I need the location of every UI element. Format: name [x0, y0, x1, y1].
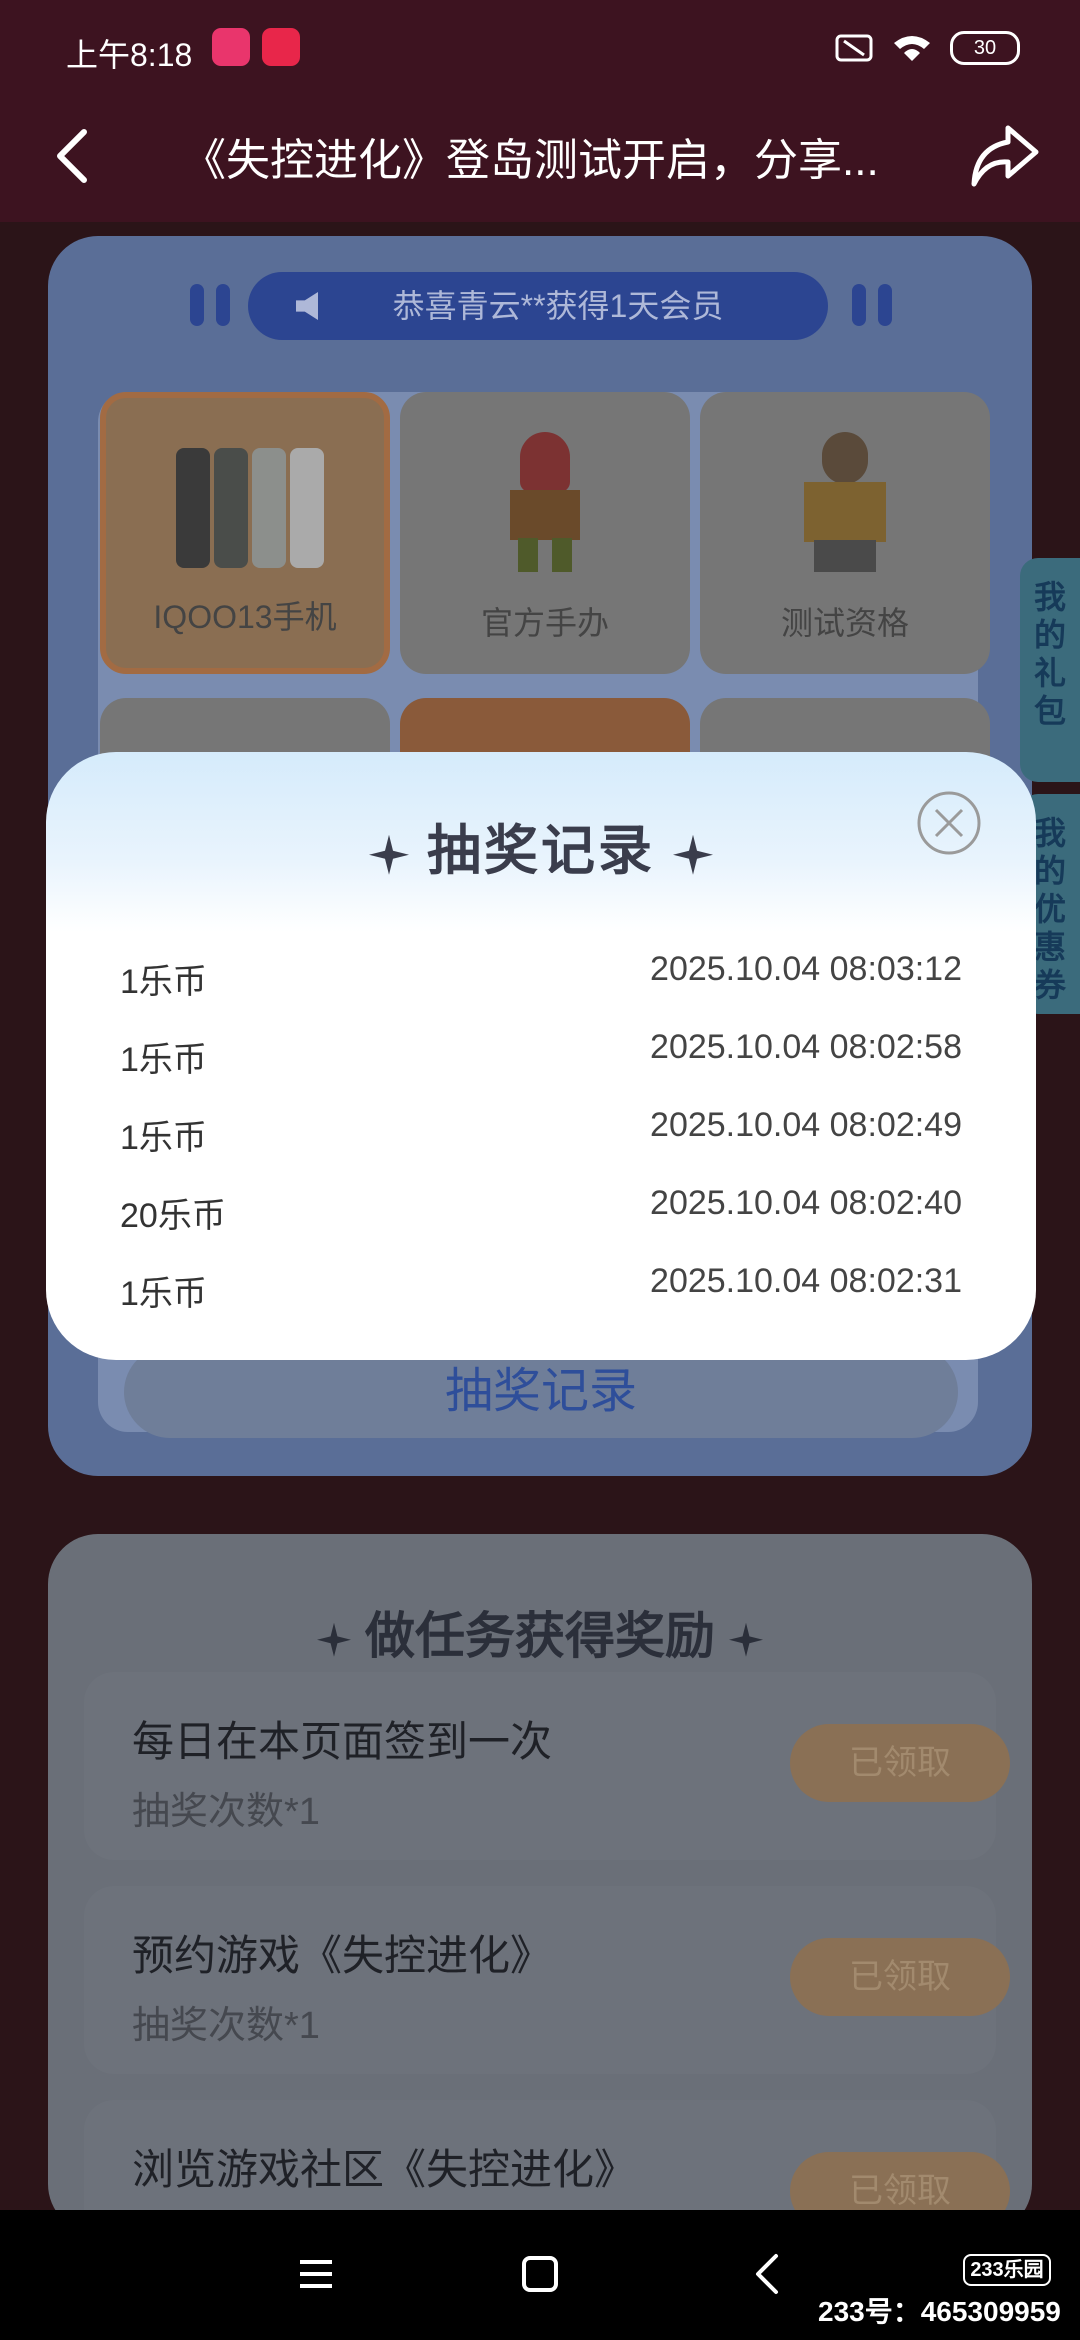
back-icon[interactable]	[44, 126, 104, 186]
task-item: 预约游戏《失控进化》 抽奖次数*1 已领取	[84, 1886, 1010, 2074]
record-prize: 1乐币	[120, 1119, 207, 1157]
winner-marquee: 恭喜青云**获得1天会员	[248, 272, 828, 340]
my-gift-tab[interactable]: 我的礼包	[1020, 558, 1080, 782]
header: 《失控进化》登岛测试开启，分享...	[0, 96, 1080, 222]
record-row: 1乐币 2025.10.04 08:02:31	[120, 1262, 962, 1326]
task-panel: 做任务获得奖励 每日在本页面签到一次 抽奖次数*1 已领取 预约游戏《失控进化》…	[48, 1534, 1032, 2288]
task-name: 每日在本页面签到一次	[132, 1718, 553, 1765]
record-time: 2025.10.04 08:02:40	[650, 1184, 962, 1222]
nav-back-icon[interactable]	[744, 2250, 792, 2298]
prize-cell[interactable]: 测试资格	[700, 392, 990, 674]
record-prize: 1乐币	[120, 1041, 207, 1079]
decor-bar	[852, 284, 866, 326]
figure-image	[500, 432, 590, 572]
prize-label: IQOO13手机	[153, 599, 337, 635]
prize-cell[interactable]: IQOO13手机	[100, 392, 390, 674]
prize-cell[interactable]: 官方手办	[400, 392, 690, 674]
app-notification-icon	[212, 28, 250, 66]
watermark-logo: 233乐园	[963, 2254, 1051, 2286]
record-time: 2025.10.04 08:02:58	[650, 1028, 962, 1066]
menu-icon[interactable]	[292, 2250, 340, 2298]
lottery-record-dialog: 抽奖记录 1乐币 2025.10.04 08:03:12 1乐币 2025.10…	[46, 752, 1036, 1360]
task-reward: 抽奖次数*1	[132, 2005, 320, 2047]
record-time: 2025.10.04 08:02:31	[650, 1262, 962, 1300]
record-row: 1乐币 2025.10.04 08:02:49	[120, 1106, 962, 1170]
decor-bar	[878, 284, 892, 326]
task-title-text: 做任务获得奖励	[365, 1608, 715, 1664]
task-title: 做任务获得奖励	[48, 1596, 1032, 1668]
status-bar: 上午8:18 30	[0, 0, 1080, 96]
record-row: 1乐币 2025.10.04 08:02:58	[120, 1028, 962, 1092]
record-time: 2025.10.04 08:03:12	[650, 950, 962, 988]
record-time: 2025.10.04 08:02:49	[650, 1106, 962, 1144]
phone-image	[176, 448, 326, 568]
home-icon[interactable]	[516, 2250, 564, 2298]
battery-icon: 30	[950, 31, 1020, 65]
my-coupon-label: 我的优惠券	[1033, 815, 1066, 1003]
status-icons: 30	[834, 30, 1020, 66]
task-name: 浏览游戏社区《失控进化》	[132, 2146, 637, 2193]
record-prize: 1乐币	[120, 1275, 207, 1313]
share-icon[interactable]	[968, 122, 1040, 190]
task-reward: 抽奖次数*1	[132, 1791, 320, 1833]
wifi-icon	[894, 36, 930, 61]
dialog-title: 抽奖记录	[46, 806, 1036, 885]
decor-bar	[190, 284, 204, 326]
record-prize: 1乐币	[120, 963, 207, 1001]
decor-bar	[216, 284, 230, 326]
close-icon[interactable]	[916, 790, 982, 856]
claimed-button[interactable]: 已领取	[790, 1724, 1010, 1802]
prize-label: 测试资格	[780, 605, 909, 641]
watermark-id: 233号：465309959	[818, 2296, 1061, 2327]
sparkle-icon	[369, 834, 409, 875]
record-row: 20乐币 2025.10.04 08:02:40	[120, 1184, 962, 1248]
dialog-title-text: 抽奖记录	[427, 821, 655, 881]
task-name: 预约游戏《失控进化》	[132, 1932, 553, 1979]
claimed-button[interactable]: 已领取	[790, 1938, 1010, 2016]
task-item: 每日在本页面签到一次 抽奖次数*1 已领取	[84, 1672, 1010, 1860]
status-time: 上午8:18	[66, 37, 193, 73]
page-title: 《失控进化》登岛测试开启，分享...	[182, 136, 879, 185]
prize-label: 官方手办	[480, 605, 609, 641]
record-row: 1乐币 2025.10.04 08:03:12	[120, 950, 962, 1014]
marquee-text: 恭喜青云**获得1天会员	[392, 288, 724, 324]
my-gift-label: 我的礼包	[1033, 579, 1066, 729]
record-prize: 20乐币	[120, 1197, 226, 1235]
sim-icon	[835, 34, 873, 62]
video-notification-icon	[262, 28, 300, 66]
character-image	[800, 432, 890, 572]
sparkle-icon	[673, 834, 713, 875]
